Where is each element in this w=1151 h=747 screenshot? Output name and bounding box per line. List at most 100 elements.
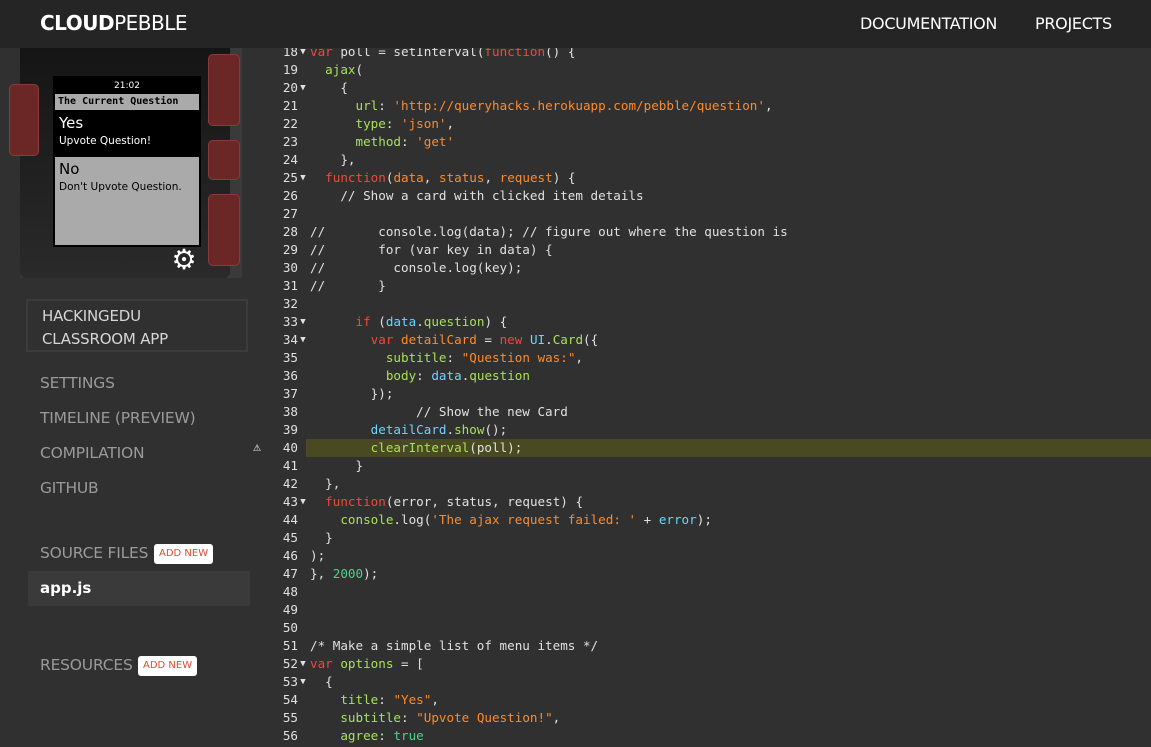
- code-line[interactable]: 55 subtitle: "Upvote Question!",: [250, 709, 1151, 727]
- code-line-text[interactable]: clearInterval(poll);: [306, 439, 1151, 457]
- code-line[interactable]: 34 ▼ var detailCard = new UI.Card({: [250, 331, 1151, 349]
- code-line[interactable]: 19 ajax(: [250, 61, 1151, 79]
- code-line[interactable]: 54 title: "Yes",: [250, 691, 1151, 709]
- project-name-box[interactable]: HACKINGEDU CLASSROOM APP: [26, 299, 248, 352]
- code-line-text[interactable]: }: [306, 457, 1151, 475]
- code-line-text[interactable]: agree: true: [306, 727, 1151, 745]
- code-line-text[interactable]: url: 'http://queryhacks.herokuapp.com/pe…: [306, 97, 1151, 115]
- code-line-text[interactable]: [306, 601, 1151, 619]
- nav-documentation-link[interactable]: DOCUMENTATION: [860, 14, 997, 33]
- code-line-text[interactable]: {: [306, 673, 1151, 691]
- code-line[interactable]: 49: [250, 601, 1151, 619]
- code-line-text[interactable]: /* Make a simple list of menu items */: [306, 637, 1151, 655]
- sidebar-item-compilation[interactable]: COMPILATION: [40, 444, 145, 462]
- sidebar-item-settings[interactable]: SETTINGS: [40, 374, 115, 392]
- add-resource-button[interactable]: ADD NEW: [138, 656, 198, 676]
- code-line[interactable]: 23 method: 'get': [250, 133, 1151, 151]
- code-line[interactable]: 47}, 2000);: [250, 565, 1151, 583]
- code-line-text[interactable]: // console.log(key);: [306, 259, 1151, 277]
- code-line-text[interactable]: subtitle: "Upvote Question!",: [306, 709, 1151, 727]
- code-line-text[interactable]: [306, 583, 1151, 601]
- code-line[interactable]: 32: [250, 295, 1151, 313]
- pebble-emulator[interactable]: 21:02 The Current Question Yes Upvote Qu…: [9, 48, 242, 278]
- code-line[interactable]: 22 type: 'json',: [250, 115, 1151, 133]
- code-token: var: [310, 656, 341, 671]
- code-line[interactable]: 30 // console.log(key);: [250, 259, 1151, 277]
- code-line-text[interactable]: [306, 205, 1151, 223]
- code-line[interactable]: 25 ▼ function(data, status, request) {: [250, 169, 1151, 187]
- code-line-text[interactable]: );: [306, 547, 1151, 565]
- code-line-text[interactable]: method: 'get': [306, 133, 1151, 151]
- code-line-text[interactable]: var poll = setInterval(function() {: [306, 48, 1151, 61]
- nav-projects-link[interactable]: PROJECTS: [1035, 14, 1112, 33]
- code-line-text[interactable]: [306, 619, 1151, 637]
- code-line[interactable]: 18 ▼ var poll = setInterval(function() {: [250, 48, 1151, 61]
- code-line-text[interactable]: // Show a card with clicked item details: [306, 187, 1151, 205]
- code-line[interactable]: 50: [250, 619, 1151, 637]
- code-line-text[interactable]: {: [306, 79, 1151, 97]
- code-line[interactable]: 48: [250, 583, 1151, 601]
- watch-back-button[interactable]: [9, 84, 39, 156]
- code-line[interactable]: 42 },: [250, 475, 1151, 493]
- code-line[interactable]: 56 agree: true: [250, 727, 1151, 745]
- code-editor[interactable]: 18 ▼ var poll = setInterval(function() {19…: [250, 48, 1151, 747]
- code-line-text[interactable]: },: [306, 475, 1151, 493]
- code-line-text[interactable]: var options = [: [306, 655, 1151, 673]
- code-line[interactable]: 41 }: [250, 457, 1151, 475]
- watch-select-button[interactable]: [208, 140, 240, 180]
- code-line-text[interactable]: subtitle: "Question was:",: [306, 349, 1151, 367]
- code-line[interactable]: 52 ▼ var options = [: [250, 655, 1151, 673]
- code-line-text[interactable]: }: [306, 529, 1151, 547]
- code-line[interactable]: 27: [250, 205, 1151, 223]
- code-line-text[interactable]: body: data.question: [306, 367, 1151, 385]
- code-line[interactable]: 46);: [250, 547, 1151, 565]
- code-token: /* Make a simple list of menu items */: [310, 638, 599, 653]
- code-line[interactable]: 53 ▼ {: [250, 673, 1151, 691]
- code-line[interactable]: 24 },: [250, 151, 1151, 169]
- watch-up-button[interactable]: [208, 54, 240, 126]
- sidebar-item-github[interactable]: GITHUB: [40, 479, 99, 497]
- source-file-app-js[interactable]: app.js: [28, 571, 250, 606]
- code-line[interactable]: 29 // for (var key in data) {: [250, 241, 1151, 259]
- code-line-text[interactable]: var detailCard = new UI.Card({: [306, 331, 1151, 349]
- code-line-text[interactable]: }, 2000);: [306, 565, 1151, 583]
- gear-icon[interactable]: ⚙: [170, 246, 198, 274]
- cloudpebble-logo[interactable]: CLOUDPEBBLE: [40, 11, 187, 35]
- code-line[interactable]: 43 ▼ function(error, status, request) {: [250, 493, 1151, 511]
- code-line[interactable]: 33 ▼ if (data.question) {: [250, 313, 1151, 331]
- watch-down-button[interactable]: [208, 194, 240, 266]
- code-line[interactable]: 45 }: [250, 529, 1151, 547]
- code-line[interactable]: 35 subtitle: "Question was:",: [250, 349, 1151, 367]
- code-line[interactable]: 39 detailCard.show();: [250, 421, 1151, 439]
- code-line-text[interactable]: console.log('The ajax request failed: ' …: [306, 511, 1151, 529]
- code-line-text[interactable]: // Show the new Card: [306, 403, 1151, 421]
- code-line-text[interactable]: title: "Yes",: [306, 691, 1151, 709]
- code-line[interactable]: 51 /* Make a simple list of menu items */: [250, 637, 1151, 655]
- code-line-text[interactable]: detailCard.show();: [306, 421, 1151, 439]
- code-line[interactable]: 26 // Show a card with clicked item deta…: [250, 187, 1151, 205]
- code-line-text[interactable]: function(data, status, request) {: [306, 169, 1151, 187]
- code-line-text[interactable]: },: [306, 151, 1151, 169]
- sidebar-item-timeline[interactable]: TIMELINE (PREVIEW): [40, 409, 196, 427]
- code-line-text[interactable]: [306, 295, 1151, 313]
- code-line[interactable]: 20 ▼ {: [250, 79, 1151, 97]
- code-line-text[interactable]: // for (var key in data) {: [306, 241, 1151, 259]
- code-line-text[interactable]: // }: [306, 277, 1151, 295]
- code-token: request: [507, 494, 561, 509]
- code-line-text[interactable]: // console.log(data); // figure out wher…: [306, 223, 1151, 241]
- code-line[interactable]: 44 console.log('The ajax request failed:…: [250, 511, 1151, 529]
- code-line[interactable]: 37 });: [250, 385, 1151, 403]
- code-line-text[interactable]: function(error, status, request) {: [306, 493, 1151, 511]
- code-line[interactable]: 38 // Show the new Card: [250, 403, 1151, 421]
- code-line-text[interactable]: });: [306, 385, 1151, 403]
- code-line-text[interactable]: ajax(: [306, 61, 1151, 79]
- code-lines[interactable]: 18 ▼ var poll = setInterval(function() {19…: [250, 48, 1151, 745]
- code-line[interactable]: 21 url: 'http://queryhacks.herokuapp.com…: [250, 97, 1151, 115]
- code-line-text[interactable]: type: 'json',: [306, 115, 1151, 133]
- code-line[interactable]: 36 body: data.question: [250, 367, 1151, 385]
- code-line[interactable]: 31 // }: [250, 277, 1151, 295]
- code-line[interactable]: 28 // console.log(data); // figure out wh…: [250, 223, 1151, 241]
- code-line-text[interactable]: if (data.question) {: [306, 313, 1151, 331]
- code-line[interactable]: ⚠ 40 clearInterval(poll);: [250, 439, 1151, 457]
- add-source-file-button[interactable]: ADD NEW: [154, 544, 214, 564]
